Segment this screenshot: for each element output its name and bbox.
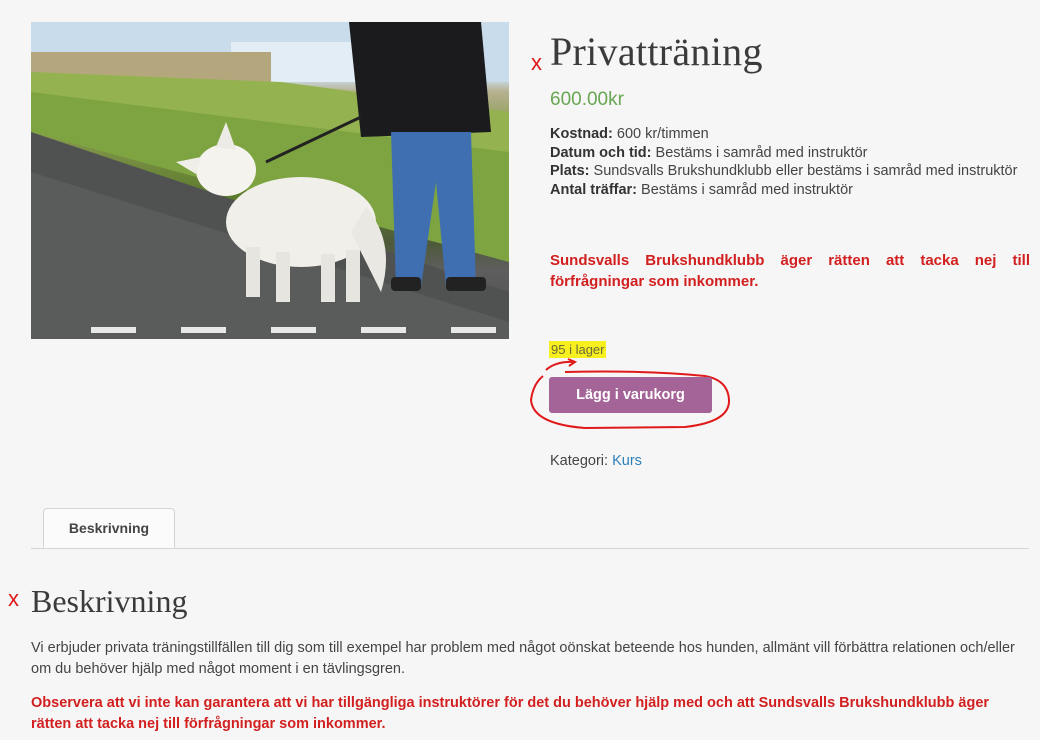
product-category: Kategori: Kurs xyxy=(550,453,642,469)
red-x-mark-icon: x xyxy=(531,50,542,75)
detail-kostnad: Kostnad: 600 kr/timmen xyxy=(550,125,1030,144)
detail-datum: Datum och tid: Bestäms i samråd med inst… xyxy=(550,144,1030,163)
product-price: 600.00kr xyxy=(550,89,624,110)
description-heading: Beskrivning xyxy=(31,583,188,619)
product-title: Privatträning xyxy=(550,29,763,74)
description-text: Vi erbjuder privata träningstillfällen t… xyxy=(31,640,1015,677)
tabs-divider xyxy=(31,548,1029,549)
detail-value: Bestäms i samråd med instruktör xyxy=(655,144,868,161)
detail-label: Antal träffar: xyxy=(550,181,638,198)
tab-beskrivning[interactable]: Beskrivning xyxy=(43,508,175,548)
product-image xyxy=(31,22,509,339)
category-label: Kategori: xyxy=(550,453,609,469)
detail-label: Datum och tid: xyxy=(550,144,652,161)
product-notice: Sundsvalls Brukshundklubb äger rätten at… xyxy=(550,252,1030,290)
stock-status: 95 i lager xyxy=(549,341,607,358)
detail-value: 600 kr/timmen xyxy=(616,126,709,142)
detail-plats: Plats: Sundsvalls Brukshundklubb eller b… xyxy=(550,162,1030,181)
detail-value: Bestäms i samråd med instruktör xyxy=(641,181,853,198)
product-details: Kostnad: 600 kr/timmen Datum och tid: Be… xyxy=(550,125,1030,199)
red-x-mark-icon: x xyxy=(8,586,19,611)
detail-value: Sundsvalls Brukshundklubb eller bestäms … xyxy=(593,163,1018,179)
add-to-cart-button[interactable]: Lägg i varukorg xyxy=(549,377,712,413)
category-link[interactable]: Kurs xyxy=(612,453,642,469)
detail-antal: Antal träffar: Bestäms i samråd med inst… xyxy=(550,181,1030,200)
description-notice: Observera att vi inte kan garantera att … xyxy=(31,695,990,732)
detail-label: Plats: xyxy=(550,163,590,179)
detail-label: Kostnad: xyxy=(550,126,613,142)
